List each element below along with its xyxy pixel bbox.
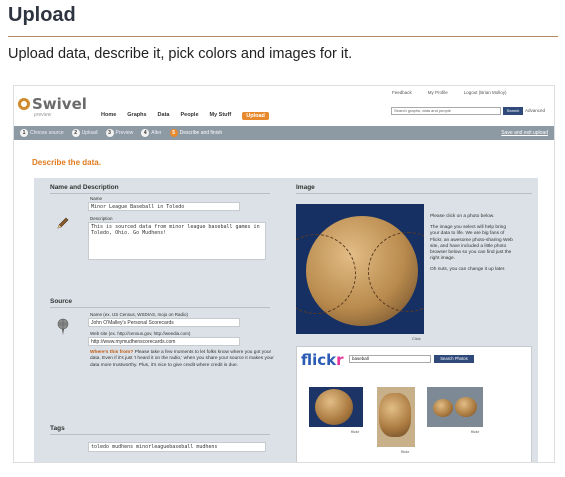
image-help-2: The image you select will help bring you…	[430, 225, 513, 262]
nav-data[interactable]: Data	[158, 112, 170, 120]
flickr-logo: flickr	[301, 351, 344, 369]
section-divider	[50, 307, 270, 308]
image-click-label[interactable]: Click	[412, 336, 421, 341]
source-name-label: Name (ex. US Census, WSDIAS, mojo on Rad…	[90, 312, 189, 317]
advanced-search-link[interactable]: Advanced	[525, 108, 545, 113]
swivel-logo[interactable]: Swivel	[18, 95, 87, 113]
heading-divider	[8, 36, 558, 37]
source-section-title: Source	[50, 298, 73, 305]
flickr-thumb-1[interactable]	[309, 387, 363, 427]
step-upload[interactable]: 2 Upload	[71, 129, 98, 137]
website-field[interactable]: http://www.mymudhenscorecards.com	[88, 337, 240, 346]
step-alter[interactable]: 4 Alter	[141, 129, 162, 137]
description-field[interactable]: This is sourced data from minor league b…	[88, 222, 266, 260]
nav-home[interactable]: Home	[101, 112, 116, 120]
nav-graphs[interactable]: Graphs	[127, 112, 146, 120]
form-panel: Name and Description Name Minor League B…	[34, 178, 538, 462]
feedback-link[interactable]: Feedback	[392, 90, 412, 95]
tags-field[interactable]: toledo mudhens minorleaguebaseball mudhe…	[88, 442, 266, 452]
image-help-3: Oh nuts, you can change it up later.	[430, 267, 506, 273]
flickr-thumb-2[interactable]	[377, 387, 415, 447]
step-preview[interactable]: 3 Preview	[105, 129, 133, 137]
name-field[interactable]: Minor League Baseball in Toledo	[88, 202, 240, 211]
search-input[interactable]: Search graphs, data and people	[391, 107, 501, 115]
top-links: Feedback My Profile Logout (Brian Molloy…	[392, 90, 507, 95]
source-note: Where's this from? Please take a few mom…	[90, 350, 275, 369]
flickr-search-input[interactable]: baseball	[349, 355, 431, 363]
section-divider	[50, 193, 270, 194]
step-choose-source[interactable]: 1 Choose source	[20, 129, 64, 137]
flickr-thumb-1-label[interactable]: flickr	[351, 429, 359, 434]
page-subtitle: Upload data, describe it, pick colors an…	[8, 46, 353, 62]
source-note-question: Where's this from?	[90, 350, 134, 355]
tags-section-title: Tags	[50, 425, 65, 432]
describe-title: Describe the data.	[32, 158, 101, 167]
upload-steps: 1 Choose source 2 Upload 3 Preview 4 Alter 5…	[14, 126, 554, 140]
search-button[interactable]: Search	[503, 107, 523, 115]
flickr-thumb-2-label[interactable]: flickr	[401, 449, 409, 454]
save-exit-link[interactable]: Save and exit upload	[501, 130, 548, 136]
nav-my-stuff[interactable]: My Stuff	[210, 112, 232, 120]
page-heading: Upload	[8, 4, 76, 26]
image-help-1: Please click on a photo below.	[430, 214, 495, 219]
name-label: Name	[90, 196, 103, 201]
logout-link[interactable]: Logout (Brian Molloy)	[464, 90, 507, 95]
ball-seam	[296, 234, 356, 314]
flickr-thumb-3-label[interactable]: flickr	[471, 429, 479, 434]
source-name-field[interactable]: John O'Malley's Personal Scorecards	[88, 318, 240, 327]
screenshot-frame: Feedback My Profile Logout (Brian Molloy…	[13, 85, 555, 463]
flickr-search-button[interactable]: Search Photos	[434, 355, 474, 363]
ball-seam	[368, 232, 424, 312]
swivel-logo-icon	[18, 98, 30, 110]
pencil-icon	[57, 217, 69, 229]
microphone-icon	[57, 318, 69, 335]
nav-people[interactable]: People	[180, 112, 198, 120]
flickr-thumb-3[interactable]	[427, 387, 483, 427]
flickr-browser: flickr baseball Search Photos flickr fli…	[296, 346, 532, 462]
image-help-text: Please click on a photo below. The image…	[430, 214, 514, 274]
website-label: Web site (ex. http://census.gov, http://…	[90, 331, 191, 336]
image-section-title: Image	[296, 184, 315, 191]
step-describe-finish[interactable]: 5 Describe and finish	[169, 129, 222, 137]
section-divider	[296, 193, 532, 194]
nav-upload[interactable]: Upload	[242, 112, 269, 120]
section-divider	[50, 434, 270, 435]
name-section-title: Name and Description	[50, 184, 119, 191]
logo-tagline: preview	[34, 112, 52, 118]
main-nav: Home Graphs Data People My Stuff Upload	[101, 112, 269, 120]
my-profile-link[interactable]: My Profile	[428, 90, 448, 95]
logo-text: Swivel	[32, 95, 87, 113]
description-label: Description	[90, 216, 113, 221]
selected-image[interactable]	[296, 204, 424, 334]
baseball-photo	[296, 216, 424, 326]
